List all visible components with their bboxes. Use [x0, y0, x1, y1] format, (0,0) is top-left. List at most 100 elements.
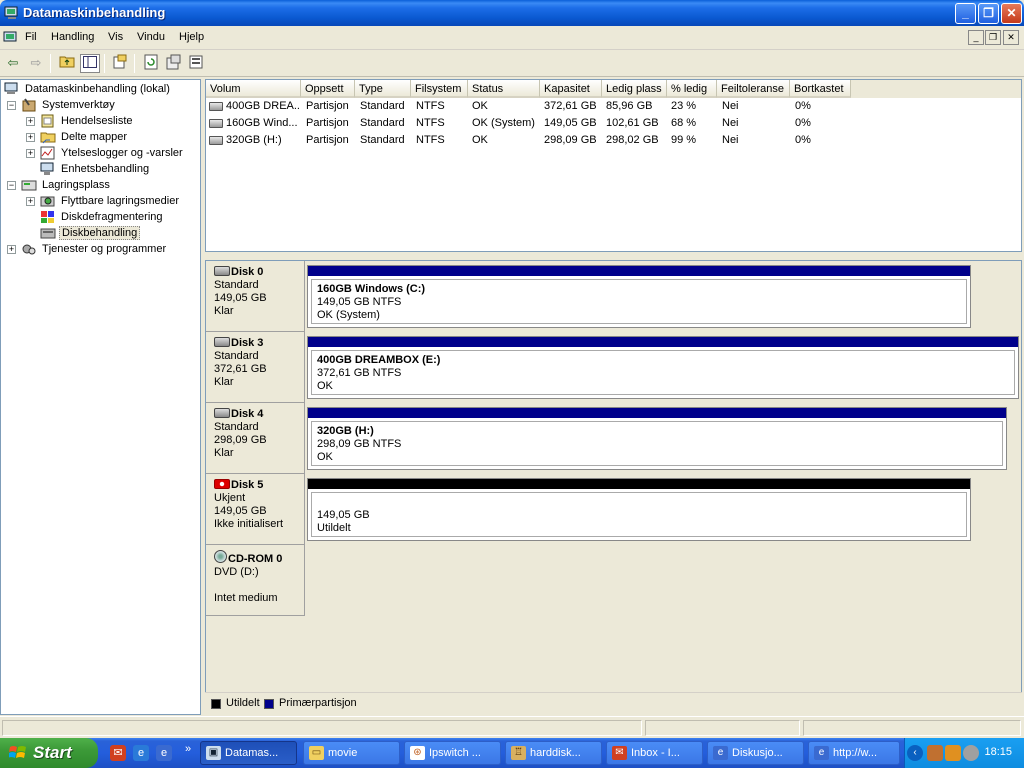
column-header-prosent-ledig[interactable]: % ledig: [667, 80, 717, 98]
internet-explorer-icon[interactable]: e: [133, 745, 149, 761]
child-restore-button[interactable]: ❐: [985, 30, 1001, 45]
expand-ytelseslogger-button[interactable]: +: [26, 149, 35, 158]
partition-size: 149,05 GB: [317, 509, 370, 521]
ie-quicklaunch-icon[interactable]: e: [156, 745, 172, 761]
taskbar-button-http[interactable]: e http://w...: [808, 741, 900, 765]
partition-block[interactable]: 160GB Windows (C:) 149,05 GB NTFS OK (Sy…: [307, 265, 971, 328]
system-menu-icon[interactable]: [3, 30, 19, 46]
taskbar-button-harddisk[interactable]: ♖ harddisk...: [505, 741, 602, 765]
volume-list[interactable]: Volum Oppsett Type Filsystem Status Kapa…: [205, 79, 1022, 252]
tray-app-icon[interactable]: [927, 745, 943, 761]
tree-item-tjenester-og-programmer[interactable]: Tjenester og programmer: [21, 242, 168, 258]
tree-item-hendelsesliste[interactable]: Hendelsesliste: [40, 114, 135, 130]
tree-item-diskbehandling[interactable]: Diskbehandling: [40, 226, 141, 242]
horizontal-splitter[interactable]: [205, 252, 1022, 260]
maximize-button[interactable]: ❐: [978, 3, 999, 24]
column-header-oppsett[interactable]: Oppsett: [301, 80, 355, 98]
taskbar-button-ipswitch[interactable]: ⊛ Ipswitch ...: [404, 741, 501, 765]
taskbar-button-movie[interactable]: ▭ movie: [303, 741, 400, 765]
child-close-button[interactable]: ✕: [1003, 30, 1019, 45]
legend-label-unallocated: Utildelt: [226, 697, 260, 709]
task-label: http://w...: [833, 747, 878, 759]
collapse-lagringsplass-button[interactable]: −: [7, 181, 16, 190]
column-header-volum[interactable]: Volum: [206, 80, 301, 98]
up-folder-icon[interactable]: [57, 54, 77, 73]
unallocated-block[interactable]: 149,05 GB Utildelt: [307, 478, 971, 541]
disk-label[interactable]: Disk 0 Standard 149,05 GB Klar: [206, 261, 305, 332]
disk-row-3[interactable]: Disk 3 Standard 372,61 GB Klar 400GB DRE…: [206, 332, 1021, 403]
properties-icon[interactable]: [110, 54, 130, 73]
child-minimize-button[interactable]: _: [968, 30, 984, 45]
column-header-feiltoleranse[interactable]: Feiltoleranse: [717, 80, 790, 98]
tree-item-flyttbare-lagringsmedier[interactable]: Flyttbare lagringsmedier: [40, 194, 181, 210]
taskbar-button-diskusjo[interactable]: e Diskusjo...: [707, 741, 804, 765]
refresh-icon[interactable]: [141, 54, 161, 73]
show-hide-tree-icon[interactable]: [80, 54, 100, 73]
collapse-systemverktoy-button[interactable]: −: [7, 101, 16, 110]
disk-row-4[interactable]: Disk 4 Standard 298,09 GB Klar 320GB (H:…: [206, 403, 1021, 474]
cell-volum: 320GB (H:): [209, 134, 301, 146]
taskbar-button-inbox[interactable]: ✉ Inbox - I...: [606, 741, 703, 765]
table-row[interactable]: 400GB DREA... Partisjon Standard NTFS OK…: [206, 98, 1021, 115]
disk-label[interactable]: Disk 3 Standard 372,61 GB Klar: [206, 332, 305, 403]
partition-size: 298,09 GB NTFS: [317, 438, 402, 450]
disk-row-5[interactable]: Disk 5 Ukjent 149,05 GB Ikke initialiser…: [206, 474, 1021, 545]
forward-arrow-icon[interactable]: ⇨: [26, 54, 46, 73]
expand-tjenester-button[interactable]: +: [7, 245, 16, 254]
expand-flyttbare-button[interactable]: +: [26, 197, 35, 206]
partition-status: Utildelt: [317, 522, 351, 534]
menu-window[interactable]: Vindu: [137, 31, 165, 43]
tray-app-icon[interactable]: [963, 745, 979, 761]
cell-oppsett: Partisjon: [306, 117, 349, 129]
menu-file[interactable]: Fil: [25, 31, 37, 43]
expand-delte-mapper-button[interactable]: +: [26, 133, 35, 142]
column-header-kapasitet[interactable]: Kapasitet: [540, 80, 602, 98]
quicklaunch-more-icon[interactable]: »: [180, 741, 196, 757]
partition-info: 320GB (H:) 298,09 GB NTFS OK: [311, 421, 1003, 466]
cdrom-row[interactable]: CD-ROM 0 DVD (D:) Intet medium: [206, 545, 1021, 616]
disk-graphical-view[interactable]: Disk 0 Standard 149,05 GB Klar 160GB Win…: [205, 260, 1022, 715]
tree-item-delte-mapper[interactable]: Delte mapper: [40, 130, 129, 146]
table-row[interactable]: 320GB (H:) Partisjon Standard NTFS OK 29…: [206, 132, 1021, 149]
tree-item-ytelseslogger[interactable]: Ytelseslogger og -varsler: [40, 146, 185, 162]
menu-action[interactable]: Handling: [51, 31, 94, 43]
console-tree[interactable]: Datamaskinbehandling (lokal) − Systemver…: [0, 79, 201, 715]
tray-expand-icon[interactable]: ‹: [907, 745, 923, 761]
minimize-button[interactable]: _: [955, 3, 976, 24]
mail-quicklaunch-icon[interactable]: ✉: [110, 745, 126, 761]
tree-item-lagringsplass[interactable]: Lagringsplass: [21, 178, 112, 194]
menu-view[interactable]: Vis: [108, 31, 123, 43]
help-topics-icon[interactable]: [187, 54, 207, 73]
disk-label[interactable]: Disk 5 Ukjent 149,05 GB Ikke initialiser…: [206, 474, 305, 545]
table-row[interactable]: 160GB Wind... Partisjon Standard NTFS OK…: [206, 115, 1021, 132]
partition-block[interactable]: 400GB DREAMBOX (E:) 372,61 GB NTFS OK: [307, 336, 1019, 399]
taskbar-button-datamaskinbehandling[interactable]: ▣ Datamas...: [200, 741, 297, 765]
close-button[interactable]: ✕: [1001, 3, 1022, 24]
start-button[interactable]: Start: [0, 738, 98, 768]
title-bar[interactable]: Datamaskinbehandling _ ❐ ✕: [0, 0, 1024, 26]
clock[interactable]: 18:15: [984, 746, 1012, 758]
partition-info: 149,05 GB Utildelt: [311, 492, 967, 537]
column-header-status[interactable]: Status: [468, 80, 540, 98]
expand-hendelsesliste-button[interactable]: +: [26, 117, 35, 126]
column-header-ledig-plass[interactable]: Ledig plass: [602, 80, 667, 98]
tree-item-enhetsbehandling[interactable]: Enhetsbehandling: [40, 162, 151, 178]
disk-row-0[interactable]: Disk 0 Standard 149,05 GB Klar 160GB Win…: [206, 261, 1021, 332]
tree-item-diskdefragmentering[interactable]: Diskdefragmentering: [40, 210, 165, 226]
legend: Utildelt Primærpartisjon: [205, 692, 1022, 715]
partition-block[interactable]: 320GB (H:) 298,09 GB NTFS OK: [307, 407, 1007, 470]
tray-app-icon[interactable]: [945, 745, 961, 761]
partition-status: OK (System): [317, 309, 380, 321]
tree-item-systemverktoy[interactable]: Systemverktøy: [21, 98, 117, 114]
column-header-bortkastet[interactable]: Bortkastet: [790, 80, 851, 98]
menu-help[interactable]: Hjelp: [179, 31, 204, 43]
cell-feiltoleranse: Nei: [722, 134, 739, 146]
cdrom-label[interactable]: CD-ROM 0 DVD (D:) Intet medium: [206, 545, 305, 616]
toolbar-separator: [50, 54, 51, 73]
column-header-filsystem[interactable]: Filsystem: [411, 80, 468, 98]
column-header-type[interactable]: Type: [355, 80, 411, 98]
tree-item-root[interactable]: Datamaskinbehandling (lokal): [4, 82, 172, 98]
export-list-icon[interactable]: [164, 54, 184, 73]
disk-label[interactable]: Disk 4 Standard 298,09 GB Klar: [206, 403, 305, 474]
back-arrow-icon[interactable]: ⇦: [3, 54, 23, 73]
